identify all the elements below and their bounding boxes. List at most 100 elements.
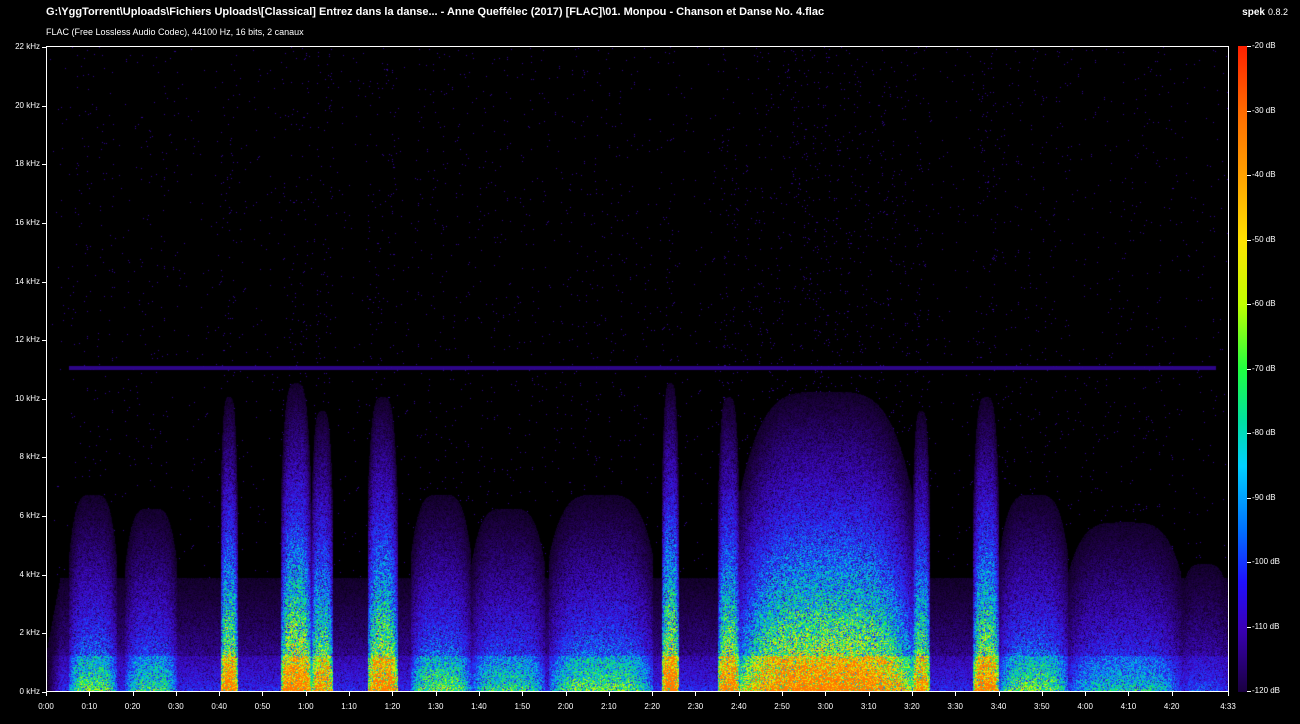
frequency-tick-label: 6 kHz <box>19 511 40 521</box>
time-tick-label: 1:40 <box>471 702 487 711</box>
time-tick-label: 1:50 <box>514 702 531 711</box>
frequency-tick <box>42 222 46 224</box>
time-tick-label: 2:30 <box>687 702 704 711</box>
db-tick-label: -110 dB <box>1252 621 1280 631</box>
db-tick-label: -120 dB <box>1252 686 1281 695</box>
frequency-tick <box>42 47 46 48</box>
time-tick-label: 2:50 <box>774 702 790 711</box>
time-tick <box>132 692 134 696</box>
time-tick-label: 0:30 <box>168 702 184 711</box>
db-tick <box>1247 368 1251 370</box>
time-tick <box>435 692 437 696</box>
time-tick <box>782 692 784 696</box>
time-tick <box>565 692 567 696</box>
file-path-title: G:\YggTorrent\Uploads\Fichiers Uploads\[… <box>46 6 825 18</box>
time-tick-label: 4:20 <box>1163 702 1180 711</box>
db-tick-label: -100 dB <box>1252 557 1281 566</box>
time-tick <box>1128 692 1130 696</box>
frequency-tick-label: 4 kHz <box>19 569 40 579</box>
time-tick <box>825 692 827 696</box>
time-tick <box>349 692 351 696</box>
time-tick-label: 0:20 <box>124 702 141 711</box>
db-tick-label: -50 dB <box>1252 234 1276 244</box>
db-tick <box>1247 239 1251 241</box>
time-tick-label: 1:30 <box>427 702 444 711</box>
time-tick-label: 2:00 <box>557 702 574 711</box>
time-tick <box>219 692 221 696</box>
time-tick-label: 3:10 <box>860 702 877 711</box>
spectrogram-canvas <box>47 47 1228 691</box>
time-tick <box>262 692 264 696</box>
frequency-tick-label: 2 kHz <box>19 628 40 638</box>
db-tick-label: -40 dB <box>1252 170 1276 179</box>
time-tick-label: 0:40 <box>211 702 227 711</box>
frequency-tick-label: 22 kHz <box>15 42 40 51</box>
time-tick-label: 2:20 <box>644 702 660 711</box>
time-tick-label: 0:50 <box>254 702 271 711</box>
time-tick <box>998 692 1000 696</box>
db-tick-label: -60 dB <box>1252 299 1276 308</box>
time-tick <box>392 692 394 696</box>
audio-format-info: FLAC (Free Lossless Audio Codec), 44100 … <box>46 27 304 37</box>
time-tick <box>955 692 957 696</box>
time-tick-label: 0:10 <box>81 702 98 711</box>
db-color-scale <box>1238 46 1247 692</box>
time-tick-label: 0:00 <box>38 702 54 711</box>
db-tick <box>1247 562 1251 563</box>
time-tick <box>1171 692 1173 696</box>
time-tick <box>175 692 177 696</box>
db-tick <box>1247 175 1251 176</box>
db-tick <box>1247 497 1251 499</box>
time-tick <box>522 692 524 696</box>
frequency-tick-label: 16 kHz <box>15 217 40 227</box>
time-tick-label: 3:20 <box>904 702 920 711</box>
frequency-tick <box>42 633 46 635</box>
frequency-tick-label: 8 kHz <box>19 452 40 462</box>
time-tick-label: 4:00 <box>1077 702 1093 711</box>
time-tick <box>305 692 307 696</box>
frequency-tick-label: 20 kHz <box>15 100 40 110</box>
frequency-tick-label: 10 kHz <box>15 393 40 403</box>
db-tick <box>1247 46 1251 47</box>
time-tick-label: 3:30 <box>947 702 964 711</box>
time-tick <box>1041 692 1043 696</box>
spectrogram-plot[interactable] <box>46 46 1229 692</box>
time-tick <box>89 692 91 696</box>
app-version: 0.8.2 <box>1267 7 1288 17</box>
time-tick-label: 2:10 <box>601 702 617 711</box>
time-tick-label: 3:40 <box>990 702 1007 711</box>
frequency-tick <box>42 340 46 342</box>
time-tick <box>608 692 610 696</box>
time-tick-label: 3:50 <box>1034 702 1050 711</box>
db-tick-label: -70 dB <box>1252 363 1276 373</box>
frequency-tick <box>42 105 46 107</box>
time-tick <box>695 692 697 696</box>
time-tick <box>911 692 913 696</box>
frequency-tick-label: 12 kHz <box>15 335 40 345</box>
frequency-tick <box>42 164 46 166</box>
db-tick <box>1247 304 1251 305</box>
db-tick-label: -20 dB <box>1252 41 1276 50</box>
time-tick-label: 2:40 <box>730 702 747 711</box>
time-tick <box>1228 692 1229 696</box>
db-tick <box>1247 626 1251 628</box>
time-tick <box>478 692 480 696</box>
frequency-tick <box>42 516 46 518</box>
time-tick <box>46 692 47 696</box>
time-tick <box>738 692 740 696</box>
app-name: spek <box>1242 7 1265 18</box>
frequency-tick <box>42 457 46 459</box>
frequency-tick-label: 18 kHz <box>15 159 40 169</box>
time-tick <box>868 692 870 696</box>
db-tick-label: -80 dB <box>1252 428 1276 437</box>
frequency-tick-label: 14 kHz <box>15 276 40 286</box>
db-tick-label: -30 dB <box>1252 105 1276 115</box>
db-tick <box>1247 110 1251 112</box>
app-brand: spek 0.8.2 <box>1242 7 1288 18</box>
db-tick <box>1247 433 1251 434</box>
time-tick-label: 1:10 <box>341 702 357 711</box>
frequency-tick <box>42 574 46 576</box>
frequency-tick <box>42 281 46 283</box>
time-tick <box>1085 692 1087 696</box>
time-tick-label: 1:20 <box>384 702 401 711</box>
